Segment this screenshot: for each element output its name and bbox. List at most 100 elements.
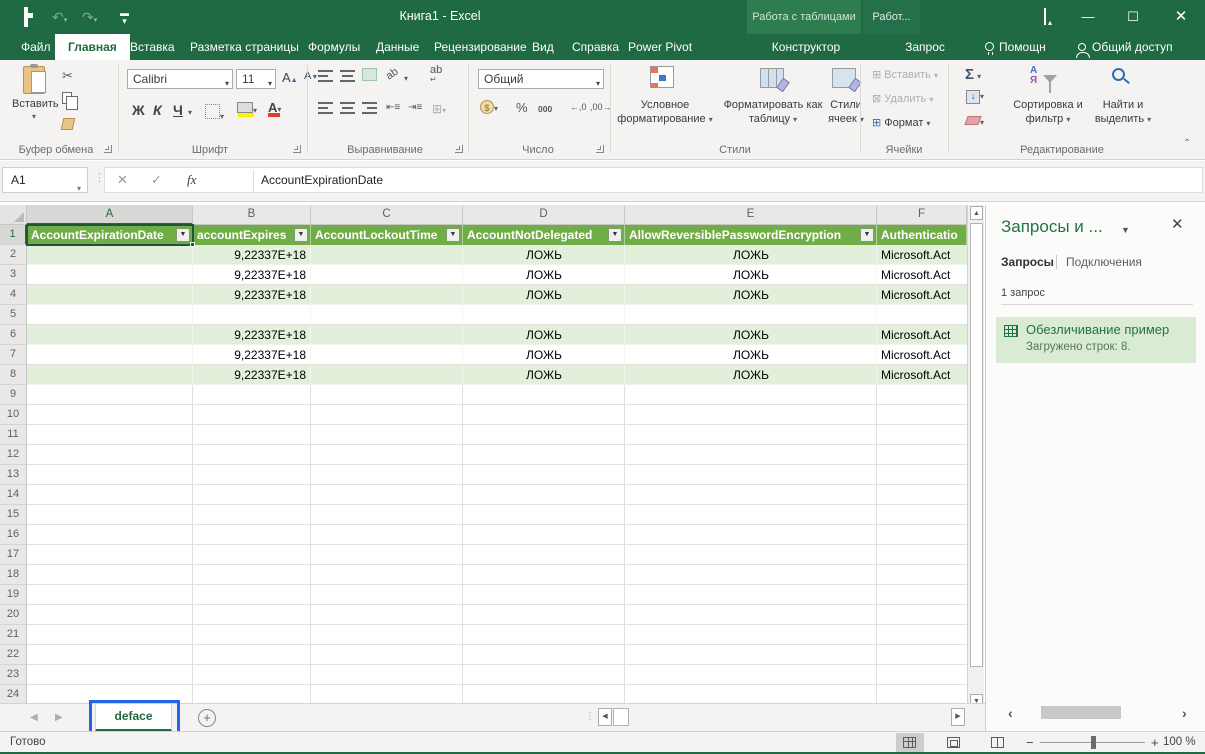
panel-caret-icon[interactable]: ▼ xyxy=(1121,225,1130,235)
row-header-24[interactable]: 24 xyxy=(0,685,27,703)
filter-dropdown-icon-C[interactable]: ▼ xyxy=(446,228,460,242)
row-header-9[interactable]: 9 xyxy=(0,385,27,405)
row-header-8[interactable]: 8 xyxy=(0,365,27,385)
clipboard-dialog-launcher[interactable] xyxy=(104,145,112,153)
borders-button[interactable] xyxy=(205,104,224,122)
alignment-dialog-launcher[interactable] xyxy=(455,145,463,153)
cell-F6[interactable]: Microsoft.Act xyxy=(877,325,967,345)
comma-style-button[interactable]: 000 xyxy=(538,104,552,114)
panel-close-icon[interactable]: ✕ xyxy=(1171,215,1184,233)
panel-scroll-left-icon[interactable]: ‹ xyxy=(1008,705,1013,721)
ribbon-display-options-button[interactable] xyxy=(1028,0,1062,34)
sheet-cells-area[interactable]: AccountExpirationDate▼accountExpires▼Acc… xyxy=(27,225,967,703)
scroll-right-icon[interactable]: ▶ xyxy=(951,708,965,726)
view-normal-button[interactable] xyxy=(896,733,924,752)
sort-filter-button[interactable]: АЯ xyxy=(1030,66,1057,86)
clear-button[interactable] xyxy=(966,116,984,128)
wrap-text-button[interactable]: ab↵ xyxy=(430,66,442,84)
percent-style-button[interactable]: % xyxy=(516,100,528,115)
tab-конструктор[interactable]: Конструктор xyxy=(760,34,852,60)
align-bottom-icon[interactable] xyxy=(362,68,377,81)
font-dialog-launcher[interactable] xyxy=(293,145,301,153)
cell-D7[interactable]: ЛОЖЬ xyxy=(463,345,625,365)
filter-dropdown-icon-E[interactable]: ▼ xyxy=(860,228,874,242)
minimize-button[interactable]: — xyxy=(1071,0,1105,34)
row-header-11[interactable]: 11 xyxy=(0,425,27,445)
cell-B3[interactable]: 9,22337E+18 xyxy=(193,265,311,285)
cell-B7[interactable]: 9,22337E+18 xyxy=(193,345,311,365)
row-header-5[interactable]: 5 xyxy=(0,305,27,325)
row-header-20[interactable]: 20 xyxy=(0,605,27,625)
formula-content[interactable]: AccountExpirationDate xyxy=(261,173,383,187)
view-page-layout-button[interactable] xyxy=(940,733,968,752)
view-page-break-button[interactable] xyxy=(984,733,1012,752)
increase-indent-button[interactable]: ⇥≡ xyxy=(408,102,422,113)
cell-D2[interactable]: ЛОЖЬ xyxy=(463,245,625,265)
tab-power-pivot[interactable]: Power Pivot xyxy=(615,34,705,60)
row-header-16[interactable]: 16 xyxy=(0,525,27,545)
tab-scrollbar-splitter[interactable]: ⋮ xyxy=(585,711,595,722)
column-header-C[interactable]: C xyxy=(311,205,463,225)
cell-F8[interactable]: Microsoft.Act xyxy=(877,365,967,385)
cell-F7[interactable]: Microsoft.Act xyxy=(877,345,967,365)
panel-tab-queries[interactable]: Запросы xyxy=(1001,255,1054,269)
align-center-icon[interactable] xyxy=(340,102,355,115)
increase-font-button[interactable]: А▲ xyxy=(282,70,298,85)
decrease-decimal-button[interactable]: ,00→ xyxy=(590,102,612,112)
fill-color-button[interactable] xyxy=(237,102,257,116)
font-family-combobox[interactable]: Calibri▾ xyxy=(127,69,233,89)
number-dialog-launcher[interactable] xyxy=(596,145,604,153)
table-header-AllowReversiblePasswordEncryption[interactable]: AllowReversiblePasswordEncryption xyxy=(625,225,877,245)
table-header-AccountLockoutTime[interactable]: AccountLockoutTime xyxy=(311,225,463,245)
row-header-21[interactable]: 21 xyxy=(0,625,27,645)
panel-scroll-thumb[interactable] xyxy=(1041,706,1121,719)
new-sheet-button[interactable]: + xyxy=(198,709,216,727)
panel-scroll-right-icon[interactable]: › xyxy=(1182,705,1187,721)
align-left-icon[interactable] xyxy=(318,102,333,115)
fill-button[interactable]: ↓ xyxy=(966,90,984,104)
zoom-in-button[interactable]: + xyxy=(1151,735,1159,750)
confirm-entry-icon[interactable]: ✓ xyxy=(151,172,162,188)
cell-F2[interactable]: Microsoft.Act xyxy=(877,245,967,265)
collapse-ribbon-icon[interactable]: ⌃ xyxy=(1183,138,1191,149)
query-list-item[interactable]: Обезличивание пример Загружено строк: 8. xyxy=(996,317,1196,363)
fill-handle[interactable] xyxy=(190,242,195,247)
delete-cells-button[interactable]: ⊠ Удалить xyxy=(872,92,933,105)
cell-E7[interactable]: ЛОЖЬ xyxy=(625,345,877,365)
row-header-18[interactable]: 18 xyxy=(0,565,27,585)
tab-разметка-страницы[interactable]: Разметка страницы xyxy=(177,34,312,60)
cancel-entry-icon[interactable]: ✕ xyxy=(117,172,128,188)
column-header-F[interactable]: F xyxy=(877,205,967,225)
qat-customize-button[interactable]: ▬▾ xyxy=(120,9,129,25)
format-as-table-label[interactable]: Форматировать как таблицу xyxy=(722,98,824,127)
zoom-out-button[interactable]: − xyxy=(1026,735,1034,750)
accounting-format-button[interactable]: $ xyxy=(480,100,498,114)
find-select-label[interactable]: Найти и выделить xyxy=(1090,98,1156,127)
formula-input-area[interactable]: ✕ ✓ fx AccountExpirationDate xyxy=(104,167,1203,193)
sheet-nav-prev-icon[interactable]: ◀ xyxy=(30,712,38,723)
underline-button[interactable]: Ч xyxy=(173,102,183,118)
insert-cells-button[interactable]: ⊞ Вставить xyxy=(872,68,938,81)
italic-button[interactable]: К xyxy=(153,102,162,118)
insert-function-icon[interactable]: fx xyxy=(187,172,196,188)
undo-button[interactable]: ↶▾ xyxy=(52,9,67,25)
row-header-22[interactable]: 22 xyxy=(0,645,27,665)
row-header-19[interactable]: 19 xyxy=(0,585,27,605)
autosum-button[interactable]: Σ xyxy=(965,66,981,83)
sheet-nav-next-icon[interactable]: ▶ xyxy=(55,712,63,723)
font-size-combobox[interactable]: 11▾ xyxy=(236,69,276,89)
orientation-button[interactable]: ab xyxy=(384,66,401,83)
find-select-button[interactable] xyxy=(1112,68,1125,84)
merge-center-button[interactable]: ⊞ xyxy=(432,102,446,116)
copy-button[interactable] xyxy=(62,92,76,107)
cell-B8[interactable]: 9,22337E+18 xyxy=(193,365,311,385)
underline-caret-icon[interactable] xyxy=(188,106,192,118)
format-as-table-button[interactable] xyxy=(760,68,784,91)
cell-B2[interactable]: 9,22337E+18 xyxy=(193,245,311,265)
table-header-Authenticatio[interactable]: Authenticatio xyxy=(877,225,967,245)
row-header-3[interactable]: 3 xyxy=(0,265,27,285)
assistant-button[interactable]: Помощн xyxy=(985,34,1046,60)
row-header-14[interactable]: 14 xyxy=(0,485,27,505)
column-header-D[interactable]: D xyxy=(463,205,625,225)
cell-D8[interactable]: ЛОЖЬ xyxy=(463,365,625,385)
